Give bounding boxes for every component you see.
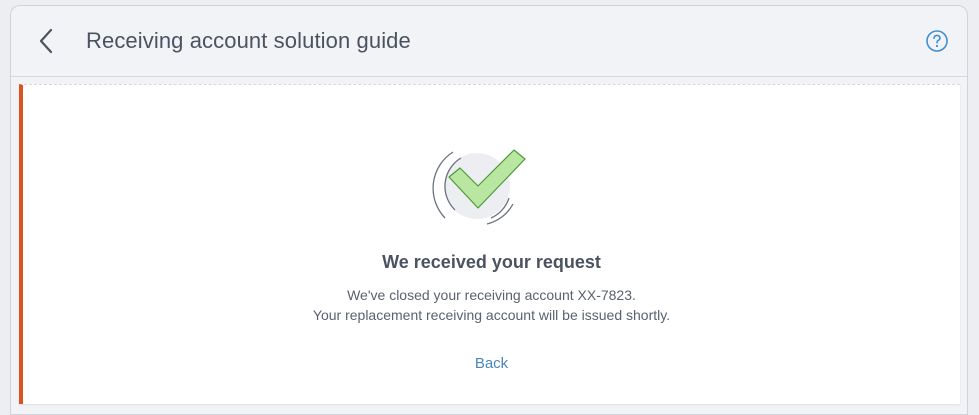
app-window: Receiving account solution guide We rece… (10, 5, 968, 415)
confirmation-panel: We received your request We've closed yo… (19, 84, 960, 404)
chevron-left-icon (39, 28, 53, 54)
checkmark-success-icon (432, 149, 526, 225)
help-button[interactable] (925, 29, 949, 53)
confirmation-heading: We received your request (382, 252, 601, 272)
back-button[interactable] (29, 24, 63, 58)
page-header: Receiving account solution guide (11, 6, 967, 77)
confirmation-message-line-1: We've closed your receiving account XX-7… (347, 287, 636, 303)
back-link-row: Back (23, 355, 960, 373)
page-title: Receiving account solution guide (86, 28, 411, 53)
question-circle-icon (926, 30, 948, 52)
back-link[interactable]: Back (475, 355, 508, 372)
confirmation-message-line-2: Your replacement receiving account will … (312, 307, 671, 323)
